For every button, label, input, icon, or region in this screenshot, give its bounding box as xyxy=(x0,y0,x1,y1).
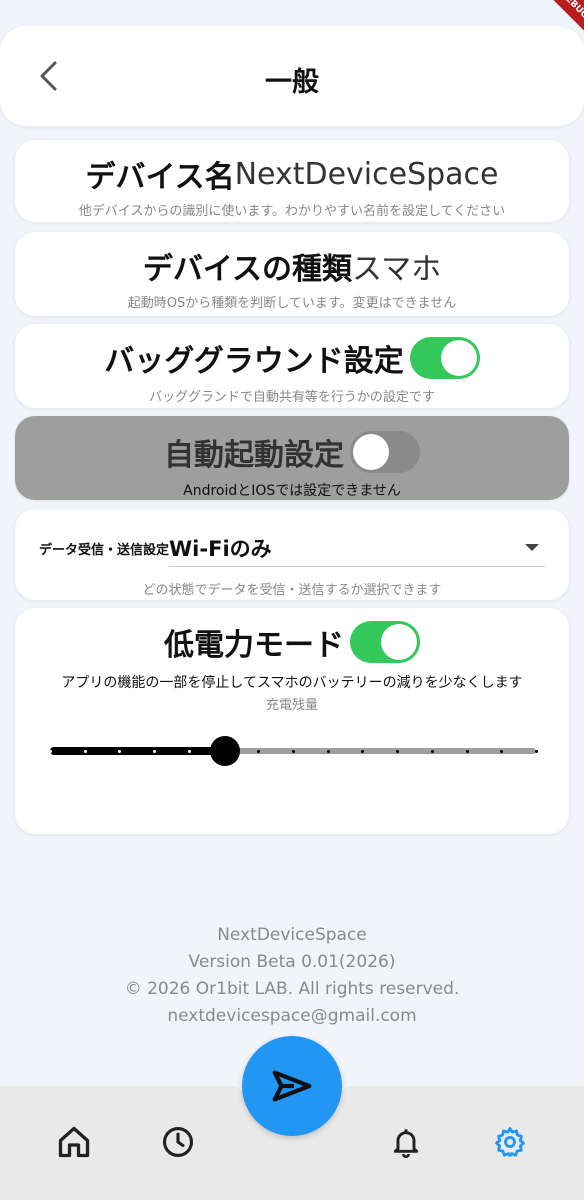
caret-down-icon xyxy=(525,544,539,551)
toggle-knob xyxy=(381,624,417,660)
device-type-label: デバイスの種類 xyxy=(142,252,352,287)
slider-tick xyxy=(535,750,538,753)
toggle-knob xyxy=(440,340,477,376)
slider-label: 充電残量 xyxy=(265,698,318,713)
slider-tick xyxy=(84,750,87,753)
toggle-knob xyxy=(353,434,389,470)
device-name-description: 他デバイスからの識別に使います。わかりやすい名前を設定してください xyxy=(78,204,506,219)
slider-tick xyxy=(500,750,503,753)
footer: NextDeviceSpace Version Beta 0.01(2026) … xyxy=(0,922,584,1030)
footer-version: Version Beta 0.01(2026) xyxy=(188,952,396,972)
background-card: バッググラウンド設定 バッググランドで自動共有等を行うかの設定です xyxy=(15,324,569,408)
nav-settings[interactable] xyxy=(488,1120,532,1164)
device-type-card: デバイスの種類 スマホ 起動時OSから種類を判断しています。変更はできません xyxy=(15,232,569,316)
data-transfer-description: どの状態でデータを受信・送信するか選択できます xyxy=(142,583,442,598)
background-row: バッググラウンド設定 xyxy=(15,324,569,380)
auto-start-description: AndroidとIOSでは設定できません xyxy=(183,483,401,499)
slider-tick xyxy=(361,750,364,753)
send-icon xyxy=(272,1070,312,1102)
device-name-card[interactable]: デバイス名 NextDeviceSpace 他デバイスからの識別に使います。わかり… xyxy=(15,140,569,222)
nav-home[interactable] xyxy=(52,1120,96,1164)
slider-tick xyxy=(49,750,52,753)
device-name-value[interactable]: NextDeviceSpace xyxy=(235,157,499,192)
slider-fill xyxy=(50,747,225,755)
slider-tick xyxy=(257,750,260,753)
data-transfer-label: データ受信・送信設定 xyxy=(39,542,170,558)
nav-notifications[interactable] xyxy=(384,1120,428,1164)
page-title: 一般 xyxy=(265,67,319,98)
slider-tick xyxy=(292,750,295,753)
device-type-value: スマホ xyxy=(352,252,442,287)
background-label: バッググラウンド設定 xyxy=(104,344,404,379)
battery-slider[interactable] xyxy=(49,736,538,766)
device-type-description: 起動時OSから種類を判断しています。変更はできません xyxy=(127,296,457,311)
auto-start-card: 自動起動設定 AndroidとIOSでは設定できません xyxy=(15,416,569,500)
slider-thumb[interactable] xyxy=(210,736,240,766)
slider-tick xyxy=(396,750,399,753)
send-fab[interactable] xyxy=(242,1036,342,1136)
low-power-toggle[interactable] xyxy=(350,621,420,663)
data-transfer-selected: Wi-Fiのみ xyxy=(169,536,272,561)
slider-tick xyxy=(431,750,434,753)
auto-start-toggle[interactable] xyxy=(350,431,420,473)
auto-start-row: 自動起動設定 xyxy=(15,416,569,474)
auto-start-label: 自動起動設定 xyxy=(164,438,344,473)
background-toggle[interactable] xyxy=(409,337,480,379)
low-power-row: 低電力モード xyxy=(15,608,569,664)
data-transfer-row: データ受信・送信設定 Wi-Fiのみ xyxy=(39,529,545,567)
footer-app-name: NextDeviceSpace xyxy=(217,925,367,945)
gear-icon xyxy=(495,1127,525,1157)
slider-tick xyxy=(327,750,330,753)
low-power-description: アプリの機能の一部を停止してスマホのバッテリーの減りを少なくします xyxy=(61,675,523,691)
slider-tick xyxy=(153,750,156,753)
slider-tick xyxy=(188,750,191,753)
data-transfer-card: データ受信・送信設定 Wi-Fiのみ どの状態でデータを受信・送信するか選択でき… xyxy=(15,509,569,600)
home-icon xyxy=(58,1126,90,1158)
nav-history[interactable] xyxy=(156,1120,200,1164)
slider-tick xyxy=(118,750,121,753)
device-name-label: デバイス名 xyxy=(85,160,235,195)
data-transfer-dropdown[interactable]: Wi-Fiのみ xyxy=(169,529,545,567)
bell-icon xyxy=(393,1129,419,1158)
footer-copyright: © 2026 Or1bit LAB. All rights reserved. xyxy=(124,979,460,999)
app-bar: 一般 xyxy=(0,26,584,126)
low-power-card: 低電力モード アプリの機能の一部を停止してスマホのバッテリーの減りを少なくします… xyxy=(15,608,569,834)
history-icon xyxy=(162,1126,194,1158)
device-name-row: デバイス名 NextDeviceSpace xyxy=(15,140,569,196)
low-power-label: 低電力モード xyxy=(164,628,344,663)
slider-tick xyxy=(466,750,469,753)
background-description: バッググランドで自動共有等を行うかの設定です xyxy=(149,390,435,405)
device-type-row: デバイスの種類 スマホ xyxy=(15,232,569,288)
footer-email[interactable]: nextdevicespace@gmail.com xyxy=(0,1003,584,1030)
